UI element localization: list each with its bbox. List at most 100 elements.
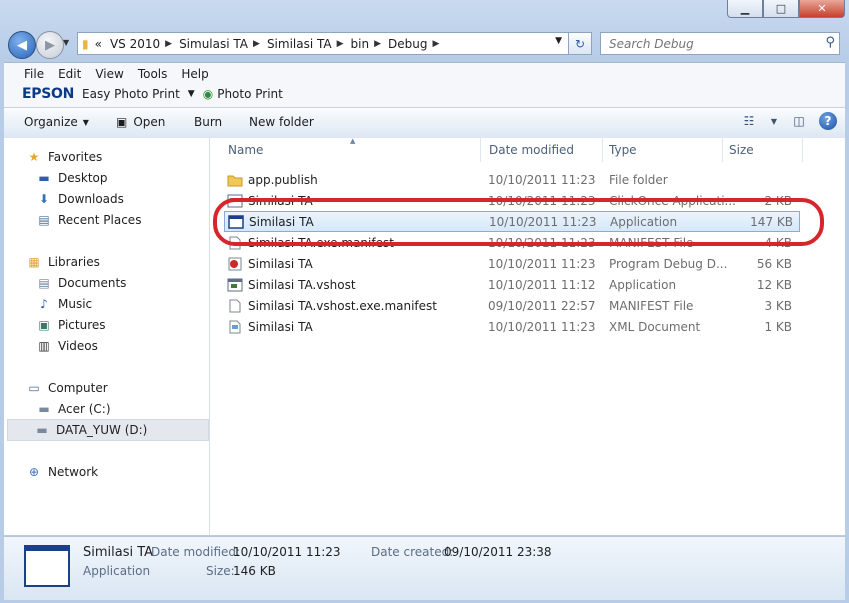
chevron-down-icon: ▼ — [63, 38, 70, 47]
details-date-modified: 10/10/2011 11:23 — [233, 545, 341, 559]
details-file-name: Similasi TA — [83, 545, 154, 560]
burn-button[interactable]: Burn — [194, 115, 222, 129]
nav-libraries[interactable]: ▦ Libraries — [26, 255, 100, 269]
nav-downloads[interactable]: ⬇ Downloads — [36, 192, 124, 206]
details-size-label: Size: — [206, 564, 235, 578]
music-icon: ♪ — [40, 297, 48, 311]
open-button[interactable]: ▣ Open — [116, 115, 165, 129]
column-header-type[interactable]: Type — [609, 138, 637, 162]
minimize-button[interactable]: ▁ — [727, 0, 763, 18]
network-icon: ⊕ — [28, 465, 40, 479]
open-icon: ▣ — [116, 115, 128, 129]
file-row[interactable]: app.publish 10/10/2011 11:23 File folder — [224, 170, 798, 190]
recent-pages-dropdown[interactable]: ▼ — [63, 38, 69, 47]
file-row[interactable]: Similasi TA.vshost 10/10/2011 11:12 Appl… — [224, 275, 798, 295]
chevron-down-icon: ▼ — [770, 116, 778, 126]
nav-videos[interactable]: ▥ Videos — [36, 339, 98, 353]
nav-favorites[interactable]: ★ Favorites — [26, 150, 103, 164]
details-size: 146 KB — [233, 564, 276, 578]
file-list: ▲ Name Date modified Type Size app.publi… — [210, 137, 845, 535]
column-header-name[interactable]: Name — [228, 138, 263, 162]
breadcrumb-item[interactable]: VS 2010 ▶ — [110, 37, 179, 51]
close-icon: ✕ — [817, 2, 827, 15]
nav-pictures[interactable]: ▣ Pictures — [36, 318, 105, 332]
nav-music[interactable]: ♪ Music — [36, 297, 92, 311]
chevron-right-icon: ▶ — [374, 38, 382, 49]
chevron-right-icon: ▶ — [432, 38, 440, 49]
chevron-right-icon: ▶ — [336, 38, 344, 49]
window-caption-buttons: ▁ □ ✕ — [727, 0, 845, 18]
easy-photo-print-button[interactable]: Easy Photo Print — [82, 87, 180, 101]
folder-icon: ▮ — [82, 36, 89, 51]
breadcrumb-item[interactable]: Simulasi TA ▶ — [179, 37, 267, 51]
details-date-modified-label: Date modified: — [151, 545, 241, 559]
chevron-right-icon: ▶ — [165, 38, 173, 49]
chevron-down-icon[interactable]: ▼ — [188, 89, 195, 99]
nav-recent-places[interactable]: ▤ Recent Places — [36, 213, 141, 227]
search-icon[interactable]: ⚲ — [825, 35, 835, 50]
file-row[interactable]: Similasi TA.vshost.exe.manifest 09/10/20… — [224, 296, 798, 316]
sort-ascending-icon: ▲ — [350, 137, 356, 145]
arrow-right-icon: ▶ — [45, 37, 55, 53]
breadcrumb-overflow[interactable]: « — [95, 37, 102, 51]
change-view-button[interactable]: ☷ — [739, 112, 759, 130]
view-details-icon: ☷ — [743, 114, 755, 128]
folder-icon — [227, 172, 243, 187]
file-row-selected[interactable]: Similasi TA 10/10/2011 11:23 Application… — [224, 211, 800, 232]
nav-computer[interactable]: ▭ Computer — [26, 381, 107, 395]
documents-icon: ▤ — [38, 276, 50, 290]
breadcrumb-item[interactable]: Similasi TA ▶ — [267, 37, 351, 51]
view-options-dropdown[interactable]: ▼ — [769, 112, 779, 130]
file-row[interactable]: Similasi TA 10/10/2011 11:23 Program Deb… — [224, 254, 798, 274]
nav-desktop[interactable]: ▬ Desktop — [36, 171, 107, 185]
new-folder-button[interactable]: New folder — [249, 115, 314, 129]
minimize-icon: ▁ — [740, 2, 750, 15]
system-drive-icon: ▬ — [38, 402, 50, 416]
application-icon — [227, 277, 243, 292]
menu-file[interactable]: File — [24, 67, 44, 81]
desktop-icon: ▬ — [38, 171, 50, 185]
maximize-button[interactable]: □ — [763, 0, 799, 18]
help-icon: ? — [824, 114, 832, 128]
menu-help[interactable]: Help — [181, 67, 208, 81]
refresh-icon: ↻ — [574, 36, 586, 51]
breadcrumb-item[interactable]: Debug ▶ — [388, 37, 446, 51]
nav-drive-c[interactable]: ▬ Acer (C:) — [36, 402, 110, 416]
nav-documents[interactable]: ▤ Documents — [36, 276, 126, 290]
column-header-date-modified[interactable]: Date modified — [489, 138, 574, 162]
file-row[interactable]: Similasi TA 10/10/2011 11:23 ClickOnce A… — [224, 191, 798, 211]
details-date-created: 09/10/2011 23:38 — [444, 545, 552, 559]
details-date-created-label: Date created: — [371, 545, 454, 559]
application-icon — [228, 214, 244, 229]
close-button[interactable]: ✕ — [799, 0, 845, 18]
photo-print-button[interactable]: Photo Print — [217, 87, 283, 101]
file-row[interactable]: Similasi TA.exe.manifest 10/10/2011 11:2… — [224, 233, 798, 253]
downloads-icon: ⬇ — [38, 192, 50, 206]
forward-button[interactable]: ▶ — [36, 31, 64, 59]
chevron-right-icon: ▶ — [253, 38, 260, 49]
preview-pane-button[interactable]: ◫ — [789, 112, 809, 130]
file-row[interactable]: Similasi TA 10/10/2011 11:23 XML Documen… — [224, 317, 798, 337]
explorer-window: ▁ □ ✕ ◀ ▶ ▼ ▮ « VS 2010 ▶ Simulasi TA ▶ Si… — [0, 0, 849, 603]
nav-drive-d[interactable]: ▬ DATA_YUW (D:) — [7, 419, 209, 441]
computer-icon: ▭ — [28, 381, 40, 395]
back-button[interactable]: ◀ — [8, 31, 36, 59]
column-header-size[interactable]: Size — [729, 138, 754, 162]
breadcrumb-item[interactable]: bin ▶ — [351, 37, 388, 51]
refresh-button[interactable]: ↻ — [568, 32, 592, 55]
menu-edit[interactable]: Edit — [58, 67, 81, 81]
pictures-icon: ▣ — [38, 318, 50, 332]
organize-button[interactable]: Organize ▼ — [24, 115, 89, 129]
menu-view[interactable]: View — [95, 67, 123, 81]
maximize-icon: □ — [775, 2, 787, 15]
epson-toolbar: EPSON Easy Photo Print ▼ ◉ Photo Print — [22, 86, 283, 102]
menu-tools[interactable]: Tools — [138, 67, 168, 81]
nav-network[interactable]: ⊕ Network — [26, 465, 98, 479]
debug-database-icon — [227, 256, 243, 271]
details-file-type: Application — [83, 564, 151, 578]
help-button[interactable]: ? — [819, 112, 837, 130]
search-input[interactable] — [607, 35, 816, 52]
arrow-left-icon: ◀ — [17, 37, 27, 53]
address-history-dropdown[interactable]: ▼ — [555, 36, 562, 46]
address-bar[interactable]: ▮ « VS 2010 ▶ Simulasi TA ▶ Similasi TA ▶ b… — [77, 32, 569, 55]
